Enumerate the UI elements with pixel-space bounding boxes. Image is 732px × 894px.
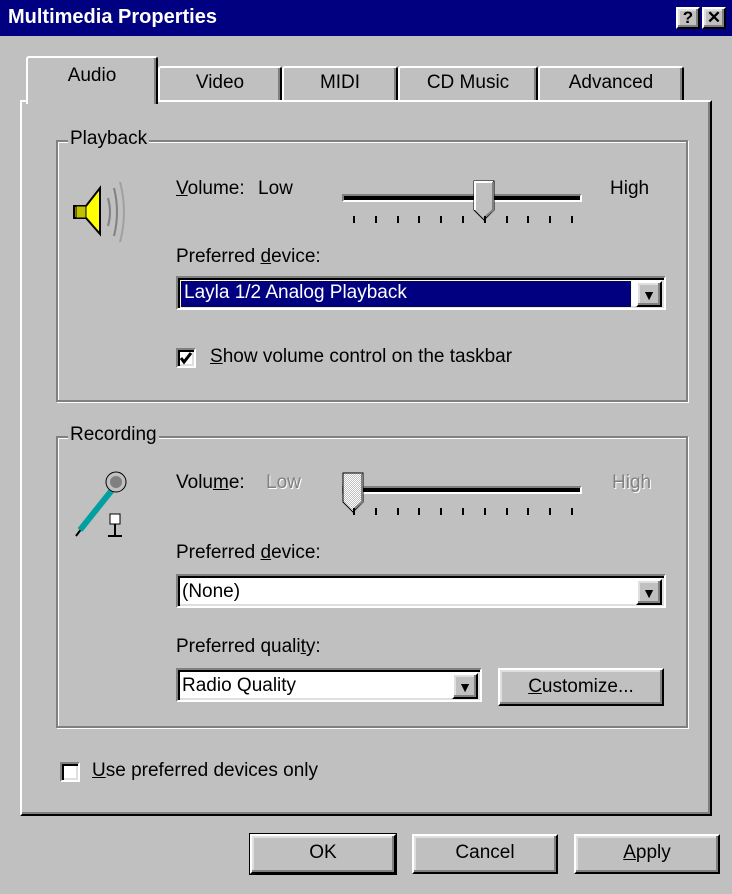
dropdown-arrow-icon[interactable]: ▼ (452, 673, 478, 699)
tab-cd-music[interactable]: CD Music (398, 66, 538, 102)
slider-tick (462, 216, 464, 223)
customize-button[interactable]: Customize... (498, 668, 664, 706)
slider-tick (527, 508, 530, 515)
playback-slider-track (342, 194, 582, 202)
recording-slider-track (342, 486, 582, 494)
playback-volume-high: High (610, 178, 650, 199)
tab-midi[interactable]: MIDI (282, 66, 398, 102)
apply-button[interactable]: Apply (574, 834, 720, 874)
tab-advanced-label: Advanced (568, 72, 654, 93)
slider-tick (527, 216, 530, 223)
checkmark-icon (179, 352, 193, 365)
slider-tick (374, 216, 377, 223)
playback-volume-label: Volume: (176, 178, 245, 199)
slider-tick (483, 508, 486, 515)
slider-tick (353, 508, 355, 515)
speaker-icon (73, 181, 125, 243)
slider-tick (571, 508, 573, 515)
recording-device-label: Preferred device: (176, 542, 321, 563)
slider-tick (549, 216, 552, 223)
slider-tick (571, 216, 573, 223)
help-button[interactable]: ? (676, 7, 700, 29)
slider-tick (483, 216, 486, 223)
dropdown-arrow-icon[interactable]: ▼ (636, 579, 662, 605)
tab-advanced[interactable]: Advanced (538, 66, 684, 102)
tab-audio[interactable]: Audio (26, 56, 158, 104)
slider-tick (353, 216, 355, 223)
slider-tick (505, 508, 508, 515)
playback-device-value: Layla 1/2 Analog Playback (180, 280, 632, 308)
tab-midi-label: MIDI (319, 72, 361, 93)
recording-volume-low: Low (266, 472, 301, 493)
slider-tick (418, 216, 421, 223)
playback-volume-slider[interactable] (342, 180, 582, 230)
tab-video[interactable]: Video (158, 66, 282, 102)
slider-tick (396, 216, 399, 223)
recording-volume-slider[interactable] (342, 472, 582, 522)
window-title: Multimedia Properties (8, 6, 217, 28)
show-volume-label[interactable]: Show volume control on the taskbar (210, 346, 512, 368)
playback-device-label: Preferred device: (176, 246, 321, 267)
playback-volume-low: Low (258, 178, 293, 199)
dropdown-arrow-icon[interactable]: ▼ (636, 281, 662, 307)
playback-legend: Playback (68, 128, 150, 150)
use-preferred-checkbox[interactable] (60, 762, 80, 782)
recording-legend: Recording (68, 424, 159, 446)
slider-tick (396, 508, 399, 515)
cancel-button[interactable]: Cancel (412, 834, 558, 874)
slider-tick (418, 508, 421, 515)
show-volume-checkbox[interactable] (176, 348, 196, 368)
slider-tick (549, 508, 552, 515)
close-button[interactable]: ✕ (702, 7, 726, 29)
recording-device-select[interactable]: (None) ▼ (176, 574, 666, 608)
recording-device-value: (None) (182, 581, 241, 602)
slider-tick (440, 508, 443, 515)
tab-video-label: Video (195, 72, 245, 93)
recording-quality-value: Radio Quality (182, 675, 297, 696)
use-preferred-label[interactable]: Use preferred devices only (92, 760, 318, 782)
title-bar[interactable]: Multimedia Properties ? ✕ (0, 0, 732, 36)
recording-quality-select[interactable]: Radio Quality ▼ (176, 668, 482, 702)
microphone-icon (75, 471, 127, 537)
slider-tick (374, 508, 377, 515)
recording-volume-label: Volume: (176, 472, 245, 493)
tab-panel-audio: Playback Volume: Low High Preferred devi… (20, 100, 712, 816)
slider-tick (462, 508, 464, 515)
recording-volume-high: High (612, 472, 652, 493)
tab-audio-label: Audio (67, 65, 117, 86)
tab-cd-music-label: CD Music (426, 72, 510, 93)
recording-quality-label: Preferred quality: (176, 636, 321, 657)
slider-tick (505, 216, 508, 223)
playback-device-select[interactable]: Layla 1/2 Analog Playback ▼ (176, 276, 666, 310)
ok-button[interactable]: OK (249, 833, 397, 875)
slider-tick (440, 216, 443, 223)
